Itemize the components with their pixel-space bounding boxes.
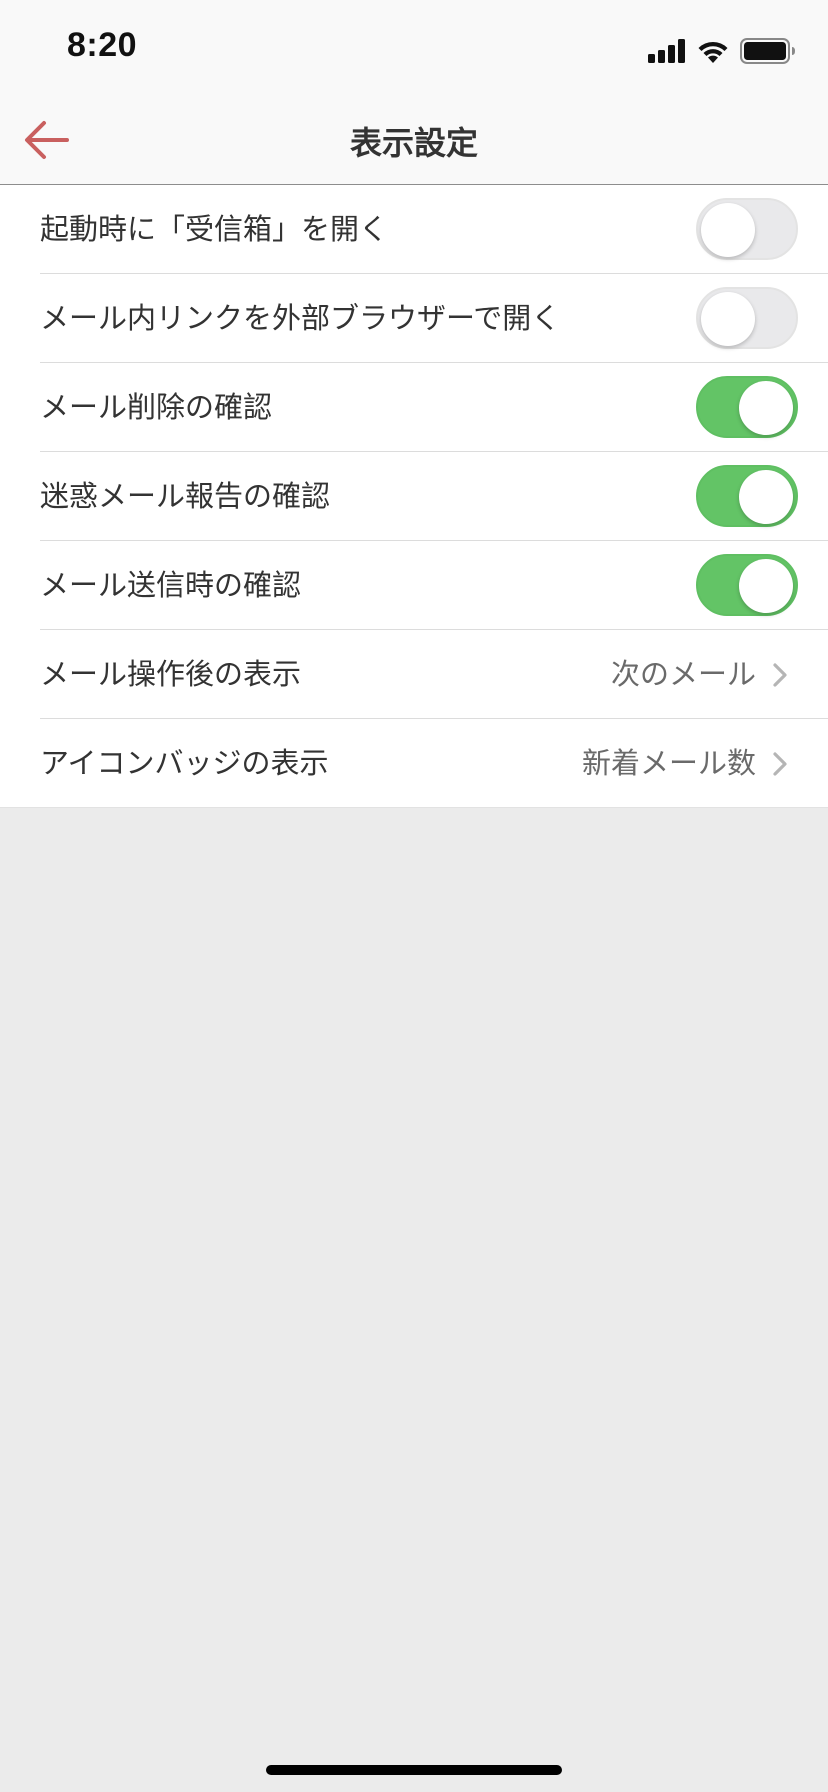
signal-icon (648, 39, 685, 63)
settings-row-confirm-delete: メール削除の確認 (0, 363, 828, 452)
page-title: 表示設定 (349, 124, 478, 162)
settings-row-open-links-externally: メール内リンクを外部ブラウザーで開く (0, 274, 828, 363)
home-indicator[interactable] (266, 1765, 562, 1775)
setting-label: メール送信時の確認 (40, 568, 302, 602)
settings-row-confirm-spam-report: 迷惑メール報告の確認 (0, 452, 828, 541)
toggle-knob (739, 559, 793, 613)
battery-icon (740, 38, 795, 64)
confirm-delete-toggle[interactable] (696, 376, 798, 438)
wifi-icon (698, 41, 728, 63)
chevron-right-icon (773, 663, 787, 687)
screen: 8:20 表示設定 起動時に「受信箱」を開く メール内リンクを外部ブラウザーで開… (0, 0, 828, 1792)
toggle-knob (739, 470, 793, 524)
setting-value: 新着メール数 (581, 746, 756, 780)
setting-label: メール削除の確認 (40, 390, 273, 424)
divider (0, 807, 828, 808)
confirm-spam-report-toggle[interactable] (696, 465, 798, 527)
settings-list: 起動時に「受信箱」を開く メール内リンクを外部ブラウザーで開く メール削除の確認… (0, 185, 828, 808)
settings-row-confirm-send: メール送信時の確認 (0, 541, 828, 630)
open-links-externally-toggle[interactable] (696, 287, 798, 349)
confirm-send-toggle[interactable] (696, 554, 798, 616)
settings-row-icon-badge-display[interactable]: アイコンバッジの表示 新着メール数 (0, 719, 828, 808)
nav-bar: 表示設定 (0, 94, 828, 185)
toggle-knob (701, 203, 755, 257)
setting-label: メール内リンクを外部ブラウザーで開く (40, 301, 561, 335)
setting-label: アイコンバッジの表示 (40, 746, 329, 780)
chevron-right-icon (773, 752, 787, 776)
settings-row-open-inbox-on-launch: 起動時に「受信箱」を開く (0, 185, 828, 274)
open-inbox-on-launch-toggle[interactable] (696, 198, 798, 260)
status-bar: 8:20 (0, 0, 828, 94)
setting-value: 次のメール (610, 657, 756, 691)
settings-row-after-action-display[interactable]: メール操作後の表示 次のメール (0, 630, 828, 719)
toggle-knob (701, 292, 755, 346)
setting-label: メール操作後の表示 (40, 657, 302, 691)
status-time: 8:20 (67, 26, 138, 64)
status-icons (648, 36, 796, 66)
toggle-knob (739, 381, 793, 435)
setting-label: 起動時に「受信箱」を開く (40, 212, 389, 246)
setting-label: 迷惑メール報告の確認 (40, 479, 331, 513)
